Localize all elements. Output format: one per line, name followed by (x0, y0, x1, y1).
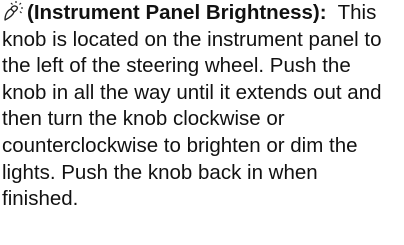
brightness-paragraph: (Instrument Panel Brightness): This knob… (2, 0, 398, 213)
brightness-knob-icon (2, 0, 24, 22)
paragraph-heading: (Instrument Panel Brightness): (27, 1, 327, 24)
paragraph-body: This knob is located on the instrument p… (2, 1, 382, 211)
document-page: (Instrument Panel Brightness): This knob… (0, 0, 404, 245)
